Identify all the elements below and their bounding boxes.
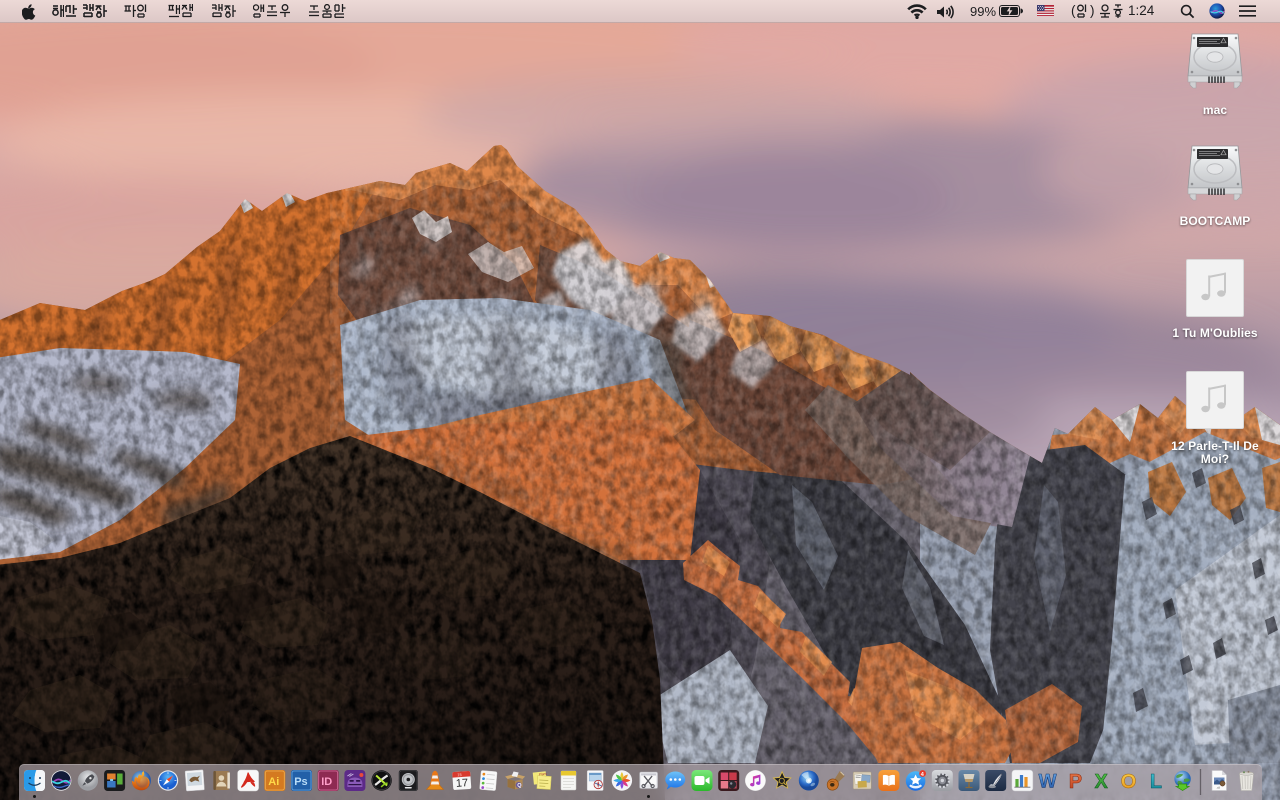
svg-text:ID: ID — [321, 776, 332, 788]
svg-text:P: P — [1069, 771, 1082, 793]
svg-text:.rtf: .rtf — [1216, 786, 1220, 790]
svg-text:Q: Q — [517, 783, 522, 789]
svg-text:Plans: Plans — [539, 772, 548, 777]
svg-text:17: 17 — [456, 777, 469, 790]
svg-text:W: W — [1039, 772, 1057, 793]
svg-text:X: X — [1095, 771, 1109, 793]
svg-text:Ai: Ai — [268, 776, 279, 788]
svg-text:L: L — [1150, 771, 1162, 793]
svg-text:Ps: Ps — [294, 776, 307, 788]
svg-text:O: O — [1121, 771, 1137, 793]
